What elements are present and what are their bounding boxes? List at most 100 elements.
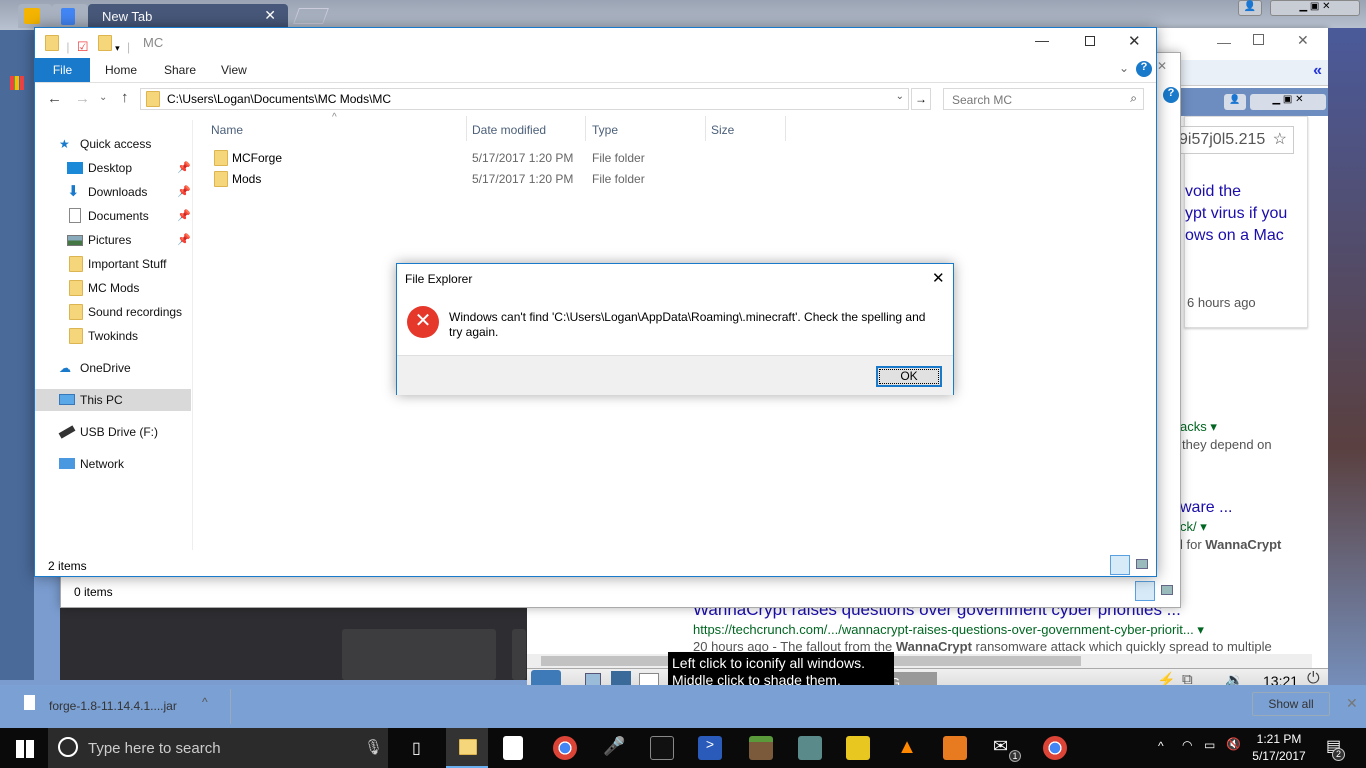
- nav-desktop[interactable]: Desktop 📌: [35, 157, 191, 179]
- forward-button[interactable]: →: [75, 90, 90, 107]
- voice-recorder-icon[interactable]: 🎤: [603, 736, 627, 760]
- minecraft-icon[interactable]: [749, 736, 773, 760]
- file-row[interactable]: Mods 5/17/2017 1:20 PM File folder: [211, 170, 811, 191]
- nav-documents[interactable]: Documents 📌: [35, 205, 191, 227]
- profile-icon[interactable]: 👤: [1224, 94, 1246, 110]
- result-url[interactable]: acks ▾: [1180, 419, 1217, 435]
- file-name[interactable]: Mods: [232, 172, 261, 186]
- dialog-close-button[interactable]: ✕: [932, 269, 945, 287]
- tab-file[interactable]: File: [35, 58, 90, 82]
- tab-share[interactable]: Share: [164, 58, 196, 82]
- recent-locations-icon[interactable]: ⌄: [99, 92, 107, 103]
- virtualbox-app-icon[interactable]: [798, 736, 822, 760]
- close-button[interactable]: ✕: [1128, 32, 1141, 50]
- bookmark-star-icon[interactable]: ☆: [1273, 129, 1287, 149]
- column-header-date[interactable]: Date modified: [472, 123, 546, 137]
- properties-icon[interactable]: ☑: [77, 39, 89, 54]
- nav-usb-drive[interactable]: USB Drive (F:): [35, 421, 191, 443]
- window-controls[interactable]: ▁ ▣ ✕: [1270, 0, 1360, 16]
- customize-toolbar-icon[interactable]: ▾: [115, 43, 120, 53]
- chrome-icon[interactable]: [553, 736, 577, 760]
- apps-grid-icon[interactable]: [10, 76, 24, 90]
- tab-new-tab[interactable]: New Tab ✕: [88, 4, 288, 28]
- tab-view[interactable]: View: [221, 58, 247, 82]
- result-title[interactable]: ware ...: [1180, 499, 1232, 517]
- show-hidden-icons[interactable]: ^: [1158, 739, 1164, 753]
- refresh-button[interactable]: →: [911, 88, 931, 110]
- close-download-bar-icon[interactable]: ✕: [1346, 695, 1358, 712]
- result-title-fragment[interactable]: void the: [1185, 181, 1287, 203]
- vm-address-bar[interactable]: 9i57j0l5.215 ☆: [1176, 126, 1294, 154]
- large-icons-view-icon[interactable]: [1161, 585, 1173, 595]
- maximize-icon[interactable]: [1253, 34, 1264, 45]
- nav-mc-mods[interactable]: MC Mods: [35, 277, 191, 299]
- nav-network[interactable]: Network: [35, 453, 191, 475]
- close-icon[interactable]: ✕: [1297, 32, 1309, 49]
- maximize-button[interactable]: [1085, 36, 1095, 46]
- nav-twokinds[interactable]: Twokinds: [35, 325, 191, 347]
- desktop-tile[interactable]: [512, 629, 526, 680]
- back-button[interactable]: ←: [47, 90, 62, 107]
- show-all-button[interactable]: Show all: [1252, 692, 1330, 716]
- horizontal-scrollbar[interactable]: [527, 654, 1312, 668]
- column-header-type[interactable]: Type: [592, 123, 618, 137]
- column-header-name[interactable]: Name: [211, 123, 243, 137]
- result-url[interactable]: ck/ ▾: [1180, 519, 1207, 535]
- address-bar[interactable]: C:\Users\Logan\Documents\MC Mods\MC ⌄: [140, 88, 909, 110]
- desktop-tile[interactable]: [342, 629, 496, 680]
- nav-quick-access[interactable]: ★ Quick access: [35, 133, 191, 155]
- ok-button[interactable]: OK: [876, 366, 942, 387]
- nav-sound-recordings[interactable]: Sound recordings: [35, 301, 191, 323]
- column-header-size[interactable]: Size: [711, 123, 734, 137]
- microphone-icon[interactable]: 🎙: [364, 738, 383, 756]
- task-view-icon[interactable]: ▯: [412, 738, 421, 758]
- download-item[interactable]: forge-1.8-11.14.4.1....jar: [49, 699, 177, 713]
- collapse-icon[interactable]: «: [1313, 62, 1322, 80]
- taskbar-clock[interactable]: 1:21 PM 5/17/2017: [1248, 731, 1310, 765]
- profile-icon[interactable]: 👤: [1238, 0, 1262, 16]
- result-title-fragment[interactable]: ypt virus if you: [1185, 203, 1287, 225]
- file-row[interactable]: MCForge 5/17/2017 1:20 PM File folder: [211, 149, 811, 170]
- nav-pictures[interactable]: Pictures 📌: [35, 229, 191, 251]
- store-icon[interactable]: [503, 736, 523, 760]
- file-name[interactable]: MCForge: [232, 151, 282, 165]
- vlc-icon[interactable]: ▲: [895, 736, 919, 760]
- cortana-icon[interactable]: [58, 737, 78, 757]
- nav-onedrive[interactable]: ☁ OneDrive: [35, 357, 191, 379]
- details-view-icon[interactable]: [1110, 555, 1130, 575]
- taskbar-file-explorer[interactable]: [446, 728, 488, 768]
- nav-important-stuff[interactable]: Important Stuff: [35, 253, 191, 275]
- help-icon[interactable]: ?: [1163, 87, 1179, 103]
- expand-ribbon-icon[interactable]: ⌄: [1119, 61, 1129, 75]
- search-box[interactable]: Type here to search 🎙: [48, 728, 388, 768]
- nav-downloads[interactable]: ⬇ Downloads 📌: [35, 181, 191, 203]
- tab-slides[interactable]: [18, 4, 52, 28]
- help-icon[interactable]: ?: [1136, 61, 1152, 77]
- pin-icon[interactable]: 📌: [177, 181, 191, 203]
- close-icon[interactable]: ✕: [1157, 59, 1167, 73]
- address-path[interactable]: C:\Users\Logan\Documents\MC Mods\MC: [167, 92, 391, 106]
- search-box[interactable]: Search MC ⌕: [943, 88, 1144, 110]
- address-dropdown-icon[interactable]: ⌄: [896, 91, 904, 102]
- new-tab-button[interactable]: [293, 8, 329, 24]
- powershell-icon[interactable]: >: [698, 736, 722, 760]
- nav-this-pc[interactable]: This PC: [35, 389, 191, 411]
- media-player-icon[interactable]: [943, 736, 967, 760]
- chrome-icon[interactable]: [1043, 736, 1067, 760]
- wifi-icon[interactable]: ◠: [1182, 738, 1192, 752]
- tab-home[interactable]: Home: [105, 58, 137, 82]
- utility-icon[interactable]: [846, 736, 870, 760]
- vm-window-controls[interactable]: ▁ ▣ ✕: [1250, 94, 1326, 110]
- new-folder-icon[interactable]: [97, 35, 112, 51]
- command-prompt-icon[interactable]: [650, 736, 674, 760]
- close-tab-icon[interactable]: ✕: [264, 7, 276, 24]
- minimize-button[interactable]: —: [1035, 32, 1049, 48]
- result-url[interactable]: https://techcrunch.com/.../wannacrypt-ra…: [693, 622, 1204, 638]
- up-button[interactable]: ↑: [121, 89, 129, 106]
- volume-muted-icon[interactable]: 🔇: [1226, 737, 1241, 751]
- pin-icon[interactable]: 📌: [177, 229, 191, 251]
- chevron-up-icon[interactable]: ^: [202, 695, 208, 709]
- pin-icon[interactable]: 📌: [177, 157, 191, 179]
- details-view-icon[interactable]: [1135, 581, 1155, 601]
- minimize-icon[interactable]: —: [1217, 34, 1231, 50]
